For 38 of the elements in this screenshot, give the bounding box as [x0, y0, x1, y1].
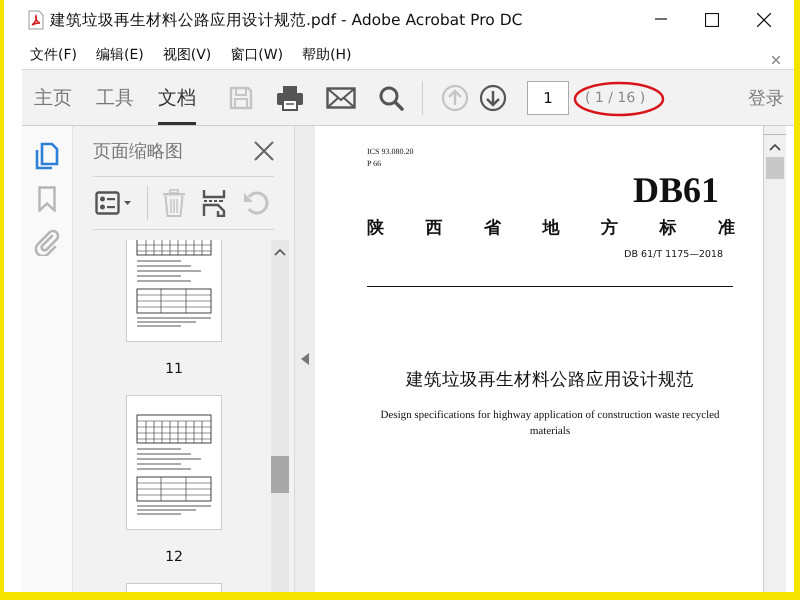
standard-authority: 陕 西 省 地 方 标 准	[367, 217, 735, 239]
menu-item[interactable]: 帮助(H)	[298, 44, 356, 66]
page-extract-icon[interactable]	[202, 189, 226, 217]
mail-icon[interactable]	[326, 86, 356, 108]
menu-item[interactable]: 文件(F)	[26, 44, 81, 66]
close-icon[interactable]	[757, 13, 771, 28]
english-title: Design specifications for highway application of construction waste recycled materials	[379, 408, 721, 439]
standard-number: DB 61/T 1175—2018	[624, 249, 723, 260]
page-thumbnail[interactable]	[126, 240, 222, 342]
tab[interactable]: 工具	[96, 70, 134, 125]
collapse-arrow-icon[interactable]	[301, 353, 310, 365]
window-title: 建筑垃圾再生材料公路应用设计规范.pdf - Adobe Acrobat Pro DC	[50, 10, 524, 31]
print-icon[interactable]	[276, 84, 304, 110]
maximize-icon[interactable]	[705, 13, 719, 28]
options-icon[interactable]	[95, 191, 133, 215]
sign-in-link[interactable]: 登录	[748, 86, 784, 110]
page-count: ( 1 / 16 )	[585, 90, 646, 106]
page-number: 12	[165, 548, 183, 566]
tab[interactable]: 主页	[34, 70, 72, 125]
standard-mark: DB61	[632, 172, 719, 208]
page-number-field[interactable]: 1	[527, 80, 569, 114]
scroll-up-icon[interactable]	[274, 248, 286, 256]
menu-item[interactable]: 视图(V)	[158, 44, 216, 66]
classification-code: P 66	[367, 158, 382, 170]
paperclip-icon[interactable]	[34, 228, 60, 256]
panel-title: 页面缩略图	[93, 140, 183, 163]
page-number: 11	[165, 360, 183, 378]
search-icon[interactable]	[378, 84, 404, 110]
ics-code: ICS 93.080.20	[367, 146, 414, 158]
document-title: 建筑垃圾再生材料公路应用设计规范	[406, 369, 694, 391]
scrollbar-thumb[interactable]	[766, 157, 784, 179]
pdf-file-icon	[28, 10, 44, 30]
menu-item[interactable]: 编辑(E)	[92, 44, 148, 66]
page-thumbnail[interactable]	[126, 395, 222, 530]
pages-icon[interactable]	[35, 142, 59, 170]
menu-item[interactable]: 窗口(W)	[226, 44, 288, 66]
scroll-up-icon[interactable]	[769, 143, 781, 151]
scrollbar-thumb[interactable]	[271, 456, 290, 493]
